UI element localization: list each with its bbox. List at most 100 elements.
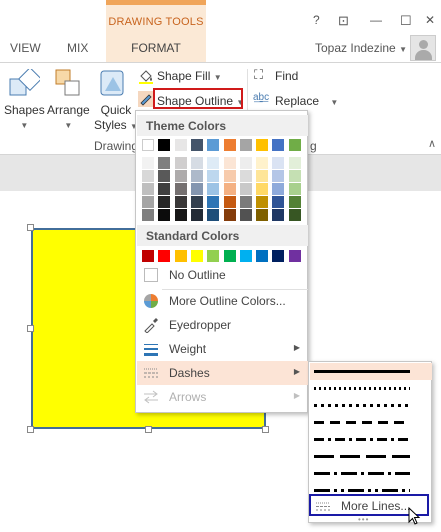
theme-color-shade-swatch[interactable] bbox=[239, 170, 252, 182]
theme-color-swatch[interactable] bbox=[174, 139, 187, 151]
shape-fill-button[interactable]: Shape Fill ▼ bbox=[157, 69, 222, 83]
restore-button[interactable]: ☐ bbox=[400, 13, 412, 29]
theme-color-shade-swatch[interactable] bbox=[239, 209, 252, 221]
tab-format[interactable]: FORMAT bbox=[106, 41, 206, 55]
theme-color-shade-swatch[interactable] bbox=[190, 196, 203, 208]
theme-color-shade-swatch[interactable] bbox=[256, 196, 269, 208]
resize-handle[interactable] bbox=[27, 325, 34, 332]
theme-color-shade-swatch[interactable] bbox=[207, 183, 220, 195]
theme-color-shade-swatch[interactable] bbox=[288, 183, 301, 195]
theme-color-swatch[interactable] bbox=[239, 139, 252, 151]
theme-color-shade-swatch[interactable] bbox=[272, 157, 285, 169]
theme-color-shade-swatch[interactable] bbox=[174, 196, 187, 208]
theme-color-shade-swatch[interactable] bbox=[174, 183, 187, 195]
theme-color-shade-swatch[interactable] bbox=[207, 170, 220, 182]
dash-style-dash[interactable] bbox=[310, 414, 432, 431]
theme-color-shade-swatch[interactable] bbox=[272, 209, 285, 221]
theme-color-swatch[interactable] bbox=[190, 139, 203, 151]
minimize-button[interactable]: — bbox=[370, 13, 382, 27]
user-name[interactable]: Topaz Indezine ▼ bbox=[315, 41, 407, 55]
theme-color-shade-swatch[interactable] bbox=[207, 209, 220, 221]
no-outline-item[interactable]: No Outline bbox=[137, 263, 308, 287]
ribbon-display-button[interactable]: ⊡ bbox=[338, 13, 349, 29]
dash-style-long-dash-dot[interactable] bbox=[310, 465, 432, 482]
resize-grip-icon[interactable]: ••• bbox=[358, 515, 369, 524]
dashes-item[interactable]: Dashes ▶ bbox=[137, 361, 308, 385]
theme-color-shade-swatch[interactable] bbox=[190, 170, 203, 182]
theme-color-shade-swatch[interactable] bbox=[272, 196, 285, 208]
standard-color-swatch[interactable] bbox=[158, 250, 171, 262]
theme-color-shade-swatch[interactable] bbox=[223, 196, 236, 208]
theme-color-shade-swatch[interactable] bbox=[256, 209, 269, 221]
theme-color-shade-swatch[interactable] bbox=[223, 170, 236, 182]
tab-view[interactable]: VIEW bbox=[10, 41, 41, 55]
theme-color-shade-swatch[interactable] bbox=[272, 183, 285, 195]
replace-button[interactable]: Replace ▼ bbox=[275, 94, 338, 108]
theme-color-shade-swatch[interactable] bbox=[256, 170, 269, 182]
theme-color-swatch[interactable] bbox=[142, 139, 154, 151]
standard-color-swatch[interactable] bbox=[272, 250, 285, 262]
resize-handle[interactable] bbox=[27, 426, 34, 433]
avatar[interactable] bbox=[410, 35, 436, 61]
theme-color-swatch[interactable] bbox=[158, 139, 171, 151]
theme-color-shade-swatch[interactable] bbox=[142, 183, 154, 195]
standard-color-swatch[interactable] bbox=[207, 250, 220, 262]
theme-color-shade-swatch[interactable] bbox=[239, 157, 252, 169]
dash-style-solid[interactable] bbox=[310, 363, 432, 380]
theme-color-shade-swatch[interactable] bbox=[158, 157, 171, 169]
theme-color-shade-swatch[interactable] bbox=[288, 157, 301, 169]
theme-color-shade-swatch[interactable] bbox=[158, 209, 171, 221]
standard-color-swatch[interactable] bbox=[239, 250, 252, 262]
theme-color-shade-swatch[interactable] bbox=[223, 157, 236, 169]
help-button[interactable]: ? bbox=[313, 13, 320, 27]
dash-style-square-dot[interactable] bbox=[310, 397, 432, 414]
theme-color-swatch[interactable] bbox=[288, 139, 301, 151]
standard-color-swatch[interactable] bbox=[190, 250, 203, 262]
dash-style-dash-dot[interactable] bbox=[310, 431, 432, 448]
collapse-ribbon-icon[interactable]: ∧ bbox=[428, 137, 436, 150]
arrange-button[interactable]: Arrange ▼ bbox=[47, 103, 90, 131]
theme-color-shade-swatch[interactable] bbox=[174, 157, 187, 169]
theme-color-swatch[interactable] bbox=[223, 139, 236, 151]
theme-color-shade-swatch[interactable] bbox=[142, 157, 154, 169]
eyedropper-item[interactable]: Eyedropper bbox=[137, 313, 308, 337]
standard-color-swatch[interactable] bbox=[288, 250, 301, 262]
standard-color-swatch[interactable] bbox=[223, 250, 236, 262]
theme-color-shade-swatch[interactable] bbox=[272, 170, 285, 182]
dash-style-round-dot[interactable] bbox=[310, 380, 432, 397]
theme-color-swatch[interactable] bbox=[256, 139, 269, 151]
weight-item[interactable]: Weight ▶ bbox=[137, 337, 308, 361]
theme-color-shade-swatch[interactable] bbox=[288, 209, 301, 221]
theme-color-shade-swatch[interactable] bbox=[174, 170, 187, 182]
theme-color-shade-swatch[interactable] bbox=[142, 209, 154, 221]
theme-color-shade-swatch[interactable] bbox=[256, 157, 269, 169]
shapes-button[interactable]: Shapes ▼ bbox=[4, 103, 45, 131]
theme-color-shade-swatch[interactable] bbox=[207, 196, 220, 208]
standard-color-swatch[interactable] bbox=[142, 250, 154, 262]
theme-color-shade-swatch[interactable] bbox=[142, 170, 154, 182]
theme-color-shade-swatch[interactable] bbox=[288, 196, 301, 208]
theme-color-shade-swatch[interactable] bbox=[288, 170, 301, 182]
theme-color-shade-swatch[interactable] bbox=[190, 157, 203, 169]
theme-color-shade-swatch[interactable] bbox=[158, 196, 171, 208]
theme-color-shade-swatch[interactable] bbox=[223, 183, 236, 195]
theme-color-shade-swatch[interactable] bbox=[223, 209, 236, 221]
close-button[interactable]: ✕ bbox=[425, 13, 435, 27]
theme-color-shade-swatch[interactable] bbox=[239, 196, 252, 208]
theme-color-shade-swatch[interactable] bbox=[207, 157, 220, 169]
theme-color-shade-swatch[interactable] bbox=[158, 183, 171, 195]
find-button[interactable]: Find bbox=[275, 69, 298, 83]
theme-color-shade-swatch[interactable] bbox=[256, 183, 269, 195]
theme-color-shade-swatch[interactable] bbox=[190, 183, 203, 195]
theme-color-shade-swatch[interactable] bbox=[174, 209, 187, 221]
tab-mix[interactable]: MIX bbox=[67, 41, 88, 55]
theme-color-shade-swatch[interactable] bbox=[142, 196, 154, 208]
theme-color-shade-swatch[interactable] bbox=[190, 209, 203, 221]
standard-color-swatch[interactable] bbox=[174, 250, 187, 262]
theme-color-swatch[interactable] bbox=[272, 139, 285, 151]
theme-color-shade-swatch[interactable] bbox=[158, 170, 171, 182]
resize-handle[interactable] bbox=[262, 426, 269, 433]
more-outline-colors-item[interactable]: More Outline Colors... bbox=[137, 289, 308, 313]
resize-handle[interactable] bbox=[145, 426, 152, 433]
quick-styles-button[interactable]: Quick Styles ▼ bbox=[94, 103, 138, 134]
